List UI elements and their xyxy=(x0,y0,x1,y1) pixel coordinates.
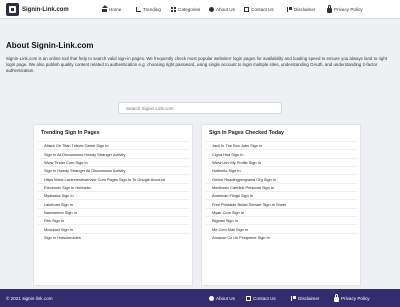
list-item[interactable]: Myair Com Sign In xyxy=(206,207,357,216)
checked-today-panel: Sign In Pages Checked Today Jack In The … xyxy=(201,124,361,286)
about-title: About Signin-Link.com xyxy=(6,41,94,50)
footer-disclaimer-label: Disclaimer xyxy=(298,295,320,301)
lock-icon xyxy=(334,293,339,302)
trending-list: Attack On Titan Tribute Game Sign In Sig… xyxy=(38,141,189,241)
nav-about[interactable]: About Us xyxy=(209,0,235,19)
nav-trending-label: Trending xyxy=(143,7,161,12)
nav-privacy[interactable]: Privacy Policy xyxy=(327,0,363,19)
list-item[interactable]: Sign In Hotschedules xyxy=(38,232,189,241)
site-brand[interactable]: Signin-Link.com xyxy=(6,3,69,16)
info-icon xyxy=(209,295,214,301)
list-item[interactable]: Cigna Hsa Sign In xyxy=(206,149,357,157)
list-item[interactable]: Rbs Sign In xyxy=(38,216,189,224)
list-item[interactable]: Electronic Sign In Hubhello xyxy=(38,182,189,191)
list-item[interactable]: Jack In The Box Jobs Sign In xyxy=(206,141,357,149)
flag-icon xyxy=(291,295,296,301)
footer: © 2021 signin-link.com About Us Contact … xyxy=(0,289,400,307)
nav-categories-label: Categories xyxy=(178,7,201,12)
search-input[interactable] xyxy=(118,102,282,114)
list-item[interactable]: Online Readingprograms Org Sign In xyxy=(206,174,357,182)
checked-today-title: Sign In Pages Checked Today xyxy=(209,130,284,136)
list-item[interactable]: Myalaska Sign In xyxy=(38,191,189,199)
list-item[interactable]: Www Unv My Profile Sign In xyxy=(206,157,357,166)
info-icon xyxy=(209,7,214,12)
list-item[interactable]: Free Printable Bridal Shower Sign In She… xyxy=(206,199,357,207)
lock-icon xyxy=(327,5,332,13)
about-text: Signin-Link.com is an online tool that h… xyxy=(6,56,388,73)
nav-categories[interactable]: Categories xyxy=(171,0,200,19)
nav-privacy-label: Privacy Policy xyxy=(334,7,363,12)
site-name: Signin-Link.com xyxy=(22,6,69,13)
nav-contact-label: Contact Us xyxy=(251,7,274,12)
footer-contact-link[interactable]: Contact Us xyxy=(246,289,276,307)
footer-disclaimer-link[interactable]: Disclaimer xyxy=(291,289,319,307)
header-bar: Signin-Link.com Home Trending Categories… xyxy=(0,0,400,19)
list-item[interactable]: Attack On Titan Tribute Game Sign In xyxy=(38,141,189,149)
nav-home[interactable]: Home xyxy=(101,0,122,19)
mail-icon xyxy=(244,7,249,12)
nav-disclaimer-label: Disclaimer xyxy=(294,7,316,12)
list-item[interactable]: Amazon Co Uk Firstprime Sign In xyxy=(206,232,357,241)
checked-today-list: Jack In The Box Jobs Sign In Cigna Hsa S… xyxy=(206,141,357,241)
footer-privacy-link[interactable]: Privacy Policy xyxy=(334,289,370,307)
list-item[interactable]: Sign In All Discussions Howdy Stranger A… xyxy=(38,149,189,157)
list-item[interactable]: Bigcast Sign In xyxy=(206,216,357,224)
list-item[interactable]: Medtronic Carelink Personal Sign In xyxy=(206,182,357,191)
site-logo-icon xyxy=(6,3,19,16)
footer-about-label: About Us xyxy=(216,295,235,301)
trending-panel: Trending Sign In Pages Attack On Titan T… xyxy=(33,124,193,286)
trending-title: Trending Sign In Pages xyxy=(41,130,100,136)
list-item[interactable]: Sign In Howdy Stranger All Discussions A… xyxy=(38,166,189,174)
mail-icon xyxy=(246,295,251,301)
nav-home-label: Home xyxy=(109,7,122,12)
list-item[interactable]: Www Tinder Com Sign In xyxy=(38,157,189,166)
footer-contact-label: Contact Us xyxy=(253,295,276,301)
nav-trending[interactable]: Trending xyxy=(136,0,161,19)
copyright-text: © 2021 signin-link.com xyxy=(6,296,53,301)
footer-about-link[interactable]: About Us xyxy=(209,289,235,307)
home-icon xyxy=(101,5,108,12)
list-item[interactable]: Https Www Lavieztesthservice Com Pages S… xyxy=(38,174,189,182)
categories-icon xyxy=(171,7,176,12)
list-item[interactable]: Hubhello Sign In xyxy=(206,166,357,174)
footer-privacy-label: Privacy Policy xyxy=(341,295,370,301)
list-item[interactable]: Nanowrimo Sign In xyxy=(38,207,189,216)
list-item[interactable]: Me Com Mail Sign In xyxy=(206,224,357,232)
nav-contact[interactable]: Contact Us xyxy=(244,0,274,19)
list-item[interactable]: American Flings Sign In xyxy=(206,191,357,199)
trending-icon xyxy=(136,7,141,12)
nav-about-label: About Us xyxy=(216,7,235,12)
flag-icon xyxy=(287,7,292,12)
list-item[interactable]: Lakehust Sign In xyxy=(38,199,189,207)
list-item[interactable]: Mcontact Sign In xyxy=(38,224,189,232)
nav-disclaimer[interactable]: Disclaimer xyxy=(287,0,315,19)
